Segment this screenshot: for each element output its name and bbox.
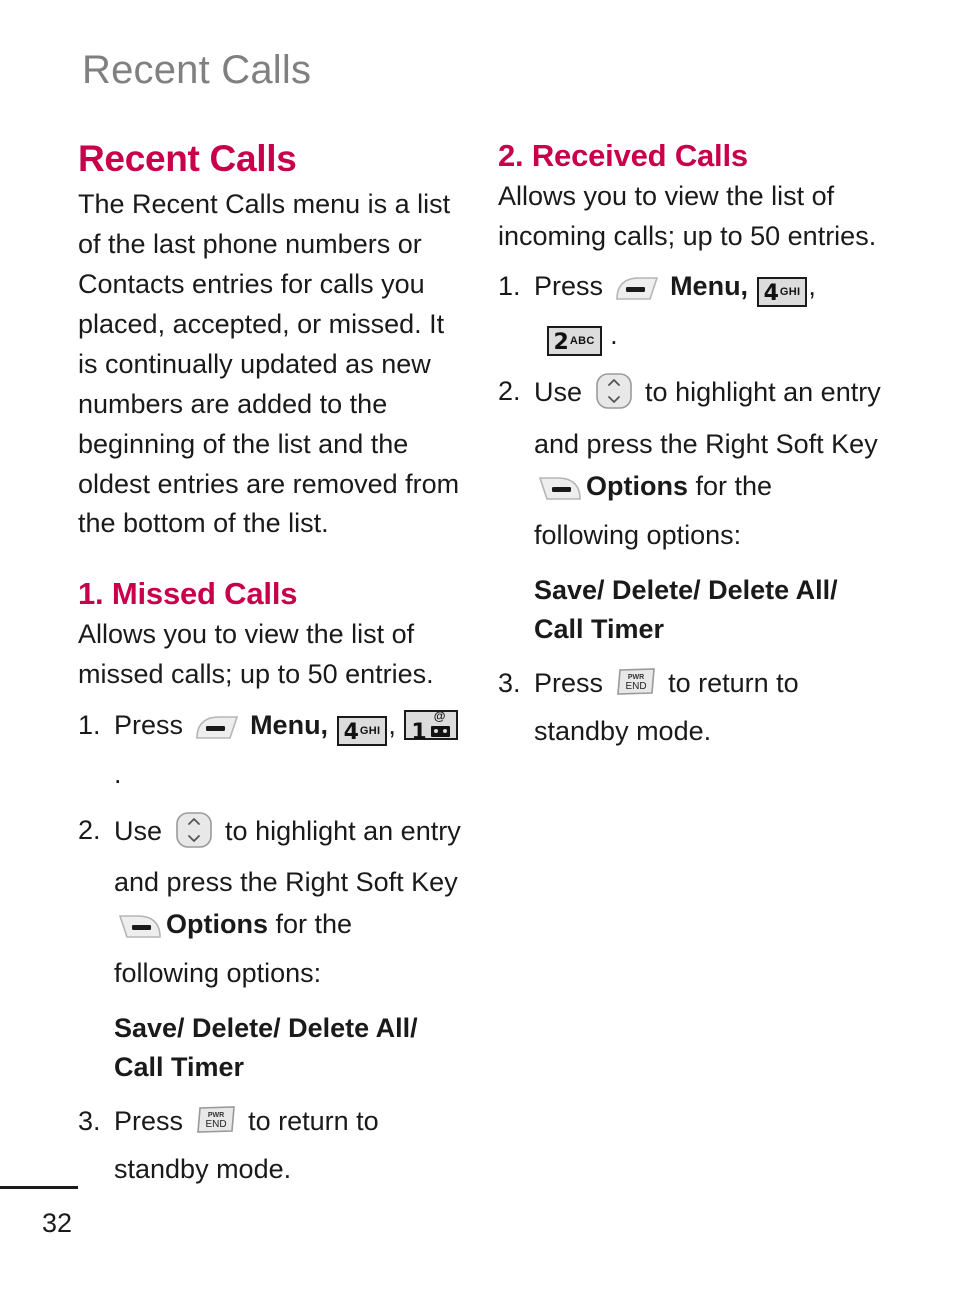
- period-separator: .: [610, 320, 618, 351]
- key-letters: ABC: [569, 335, 595, 348]
- missed-calls-steps: 1. Press Menu, 4 GHI, 1 @. 2. Use to hig…: [78, 705, 463, 995]
- key-digit: 1: [411, 719, 426, 745]
- missed-calls-intro: Allows you to view the list of missed ca…: [78, 618, 434, 689]
- step-text-mid: to highlight an entry and press the Righ…: [534, 377, 881, 459]
- right-soft-key-icon: [117, 911, 163, 953]
- list-item: 1. Press Menu, 4 GHI, 2 ABC .: [498, 266, 883, 357]
- page-title: Recent Calls: [78, 138, 297, 179]
- list-item: 2. Use to highlight an entry and press th…: [78, 810, 463, 995]
- page-number: 32: [42, 1208, 73, 1238]
- options-label: Options: [586, 470, 688, 501]
- step-text: Use: [114, 815, 163, 846]
- svg-text:END: END: [205, 1119, 226, 1130]
- step-number: 1.: [78, 709, 101, 740]
- keypad-key-2: 2 ABC: [546, 326, 602, 357]
- folio-rule: [0, 1186, 78, 1189]
- received-calls-steps: 1. Press Menu, 4 GHI, 2 ABC . 2. Use to …: [498, 266, 883, 556]
- options-list-received-calls: Save/ Delete/ Delete All/ Call Timer: [534, 574, 838, 644]
- list-item: 1. Press Menu, 4 GHI, 1 @.: [78, 705, 463, 796]
- comma-separator: ,: [388, 709, 396, 740]
- svg-text:END: END: [625, 681, 646, 692]
- svg-text:PWR: PWR: [627, 674, 643, 681]
- left-column: Recent Calls The Recent Calls menu is a …: [78, 138, 463, 1199]
- missed-calls-steps-cont: 3. Press PWR END to return to standby mod…: [78, 1101, 463, 1191]
- key-digit: 4: [763, 281, 779, 307]
- list-item: 3. Press PWR END to return to standby mod…: [78, 1101, 463, 1191]
- key-letters: GHI: [359, 724, 381, 737]
- step-number: 1.: [498, 271, 521, 302]
- keypad-key-4: 4 GHI: [336, 715, 388, 746]
- left-soft-key-icon: [194, 712, 240, 754]
- received-calls-steps-cont: 3. Press PWR END to return to standby mod…: [498, 663, 883, 753]
- options-list-missed-calls: Save/ Delete/ Delete All/ Call Timer: [114, 1012, 418, 1083]
- right-column: 2. Received Calls Allows you to view the…: [498, 138, 883, 760]
- step-text: Press: [534, 667, 604, 698]
- keypad-key-1-voicemail: 1 @: [404, 709, 458, 745]
- right-soft-key-icon: [537, 473, 583, 515]
- list-item: 2. Use to highlight an entry and press th…: [498, 371, 883, 556]
- period-separator: .: [114, 758, 122, 789]
- running-head: Recent Calls: [82, 48, 312, 92]
- step-text: Use: [534, 377, 583, 408]
- svg-text:PWR: PWR: [207, 1112, 223, 1119]
- list-item: 3. Press PWR END to return to standby mod…: [498, 663, 883, 753]
- section-heading-missed-calls: 1. Missed Calls: [78, 576, 298, 612]
- section-heading-received-calls: 2. Received Calls: [498, 138, 748, 173]
- step-number: 2.: [498, 376, 521, 407]
- keypad-key-4: 4 GHI: [756, 277, 808, 308]
- step-text-mid: to highlight an entry and press the Righ…: [114, 815, 461, 898]
- intro-paragraph: The Recent Calls menu is a list of the l…: [78, 188, 460, 539]
- end-key-icon: PWR END: [194, 1104, 238, 1149]
- menu-label: Menu,: [250, 709, 329, 740]
- options-label: Options: [166, 909, 268, 940]
- end-key-icon: PWR END: [614, 666, 658, 711]
- voicemail-icon: @: [430, 710, 451, 738]
- step-text: Press: [114, 1106, 184, 1137]
- navigation-key-icon: [594, 371, 634, 424]
- navigation-key-icon: [174, 810, 214, 863]
- step-text: Press: [534, 271, 604, 302]
- step-number: 3.: [498, 667, 521, 698]
- step-number: 2.: [78, 814, 101, 845]
- menu-label: Menu,: [670, 271, 749, 302]
- step-number: 3.: [78, 1106, 101, 1137]
- key-digit: 4: [343, 719, 359, 745]
- received-calls-intro: Allows you to view the list of incoming …: [498, 180, 877, 251]
- step-text: Press: [114, 709, 184, 740]
- key-digit: 2: [553, 330, 569, 356]
- key-letters: GHI: [779, 286, 801, 299]
- left-soft-key-icon: [614, 273, 660, 315]
- comma-separator: ,: [808, 271, 816, 302]
